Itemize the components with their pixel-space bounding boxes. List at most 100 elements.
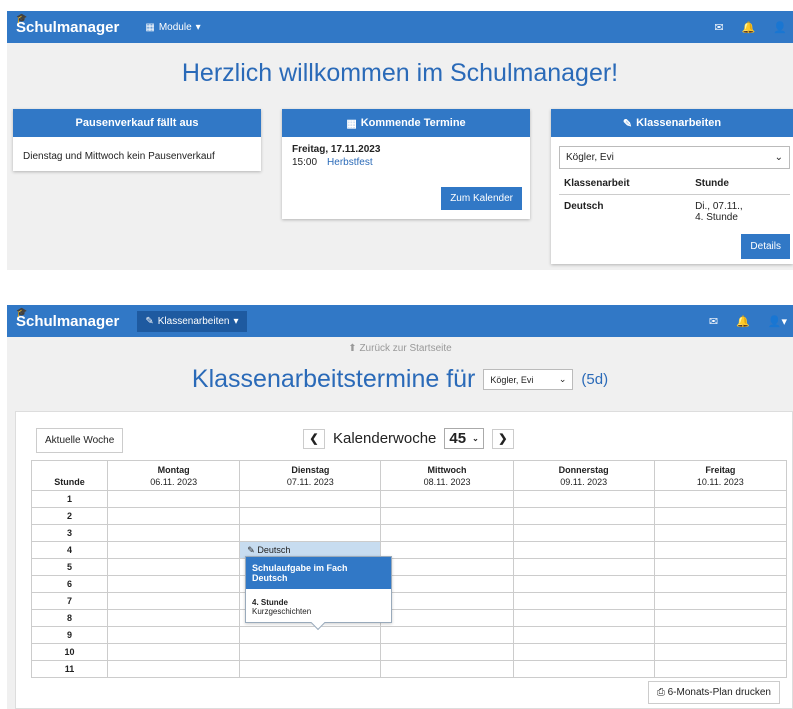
schedule-cell[interactable] — [512, 524, 655, 542]
schedule-cell[interactable] — [653, 558, 788, 576]
calendar-icon: ▦ — [346, 117, 357, 130]
schedule-cell[interactable] — [512, 626, 655, 644]
user-icon[interactable]: 👤▾ — [768, 315, 787, 328]
day-header: Montag 06.11. 2023 — [106, 460, 241, 491]
schedule-cell[interactable] — [653, 524, 788, 542]
schedule-cell[interactable] — [380, 626, 514, 644]
schedule-cell[interactable] — [239, 660, 382, 678]
schedule-cell[interactable] — [653, 541, 788, 559]
brand-logo[interactable]: 🎓 Schulmanager — [7, 307, 119, 330]
schedule-cell[interactable] — [512, 643, 655, 661]
hour-number: 10 — [31, 643, 108, 661]
details-button[interactable]: Details — [741, 234, 790, 259]
top-navbar-2: 🎓 Schulmanager ✎ Klassenarbeiten ▾ ✉ 🔔 👤▾ — [7, 305, 793, 337]
hour-row: 10 — [31, 643, 788, 661]
hour-row: 5 — [31, 558, 788, 576]
schedule-cell[interactable] — [653, 490, 788, 508]
welcome-heading: Herzlich willkommen im Schulmanager! — [181, 59, 619, 87]
schedule-cell[interactable] — [106, 660, 241, 678]
envelope-icon[interactable]: ✉ — [709, 315, 718, 328]
schedule-cell[interactable] — [380, 524, 514, 542]
edit-icon: ✎ — [622, 117, 633, 130]
caret-down-icon: ▾ — [233, 315, 239, 327]
envelope-icon[interactable]: ✉ — [714, 21, 723, 34]
schedule-cell[interactable] — [106, 609, 241, 627]
schedule-cell[interactable] — [512, 575, 655, 593]
schedule-cell[interactable] — [380, 592, 514, 610]
hour-row: 9 — [31, 626, 788, 644]
schedule-cell[interactable] — [512, 541, 655, 559]
next-week-button[interactable]: ❯ — [491, 428, 514, 449]
class-label: (5d) — [581, 371, 609, 388]
chevron-down-icon: ⌄ — [774, 152, 783, 163]
chevron-down-icon: ⌄ — [558, 374, 567, 384]
schedule-cell[interactable] — [106, 558, 241, 576]
pausenverkauf-card: Pausenverkauf fällt aus Dienstag und Mit… — [13, 109, 261, 171]
schedule-cell[interactable] — [653, 660, 788, 678]
schedule-cell[interactable] — [380, 541, 514, 559]
day-header: Mittwoch 08.11. 2023 — [380, 460, 514, 491]
schedule-cell[interactable] — [106, 490, 241, 508]
current-week-button[interactable]: Aktuelle Woche — [36, 428, 124, 453]
schedule-cell[interactable] — [380, 490, 514, 508]
schedule-cell[interactable] — [512, 609, 655, 627]
schedule-cell[interactable] — [239, 507, 382, 525]
schedule-cell[interactable] — [380, 643, 514, 661]
schedule-cell[interactable] — [380, 575, 514, 593]
schedule-cell[interactable] — [380, 558, 514, 576]
user-icon[interactable]: 👤 — [773, 21, 787, 34]
schedule-cell[interactable] — [239, 643, 382, 661]
week-select[interactable]: 45 ⌄ — [444, 428, 484, 449]
schedule-cell[interactable] — [106, 643, 241, 661]
schedule-cell[interactable] — [239, 626, 382, 644]
hour-row: 7 — [31, 592, 788, 610]
hour-row: 2 — [31, 507, 788, 525]
schedule-cell[interactable] — [239, 490, 382, 508]
schedule-cell[interactable] — [239, 524, 382, 542]
schedule-cell[interactable] — [106, 541, 241, 559]
bell-icon[interactable]: 🔔 — [736, 315, 750, 328]
schedule-cell[interactable] — [512, 660, 655, 678]
schedule-cell[interactable] — [380, 507, 514, 525]
schedule-cell[interactable] — [380, 660, 514, 678]
schedule-cell[interactable] — [512, 490, 655, 508]
hour-number: 7 — [31, 592, 108, 610]
hour-number: 4 — [31, 541, 108, 559]
schedule-cell[interactable] — [106, 507, 241, 525]
schedule-cell[interactable] — [512, 558, 655, 576]
tooltip-topic: Kurzgeschichten — [252, 607, 312, 616]
brand-logo[interactable]: 🎓 Schulmanager — [7, 13, 119, 36]
schedule-cell[interactable] — [653, 626, 788, 644]
schedule-cell[interactable] — [106, 626, 241, 644]
schedule-cell[interactable] — [653, 643, 788, 661]
schedule-cell[interactable] — [380, 609, 514, 627]
bell-icon[interactable]: 🔔 — [742, 21, 756, 34]
card-text: Dienstag und Mittwoch kein Pausenverkauf — [23, 151, 215, 162]
student-select[interactable]: Kögler, Evi ⌄ — [483, 369, 574, 390]
module-menu[interactable]: ✎ Klassenarbeiten ▾ — [137, 310, 247, 332]
schedule-cell[interactable] — [512, 507, 655, 525]
module-menu[interactable]: ▦ Module ▾ — [137, 17, 208, 38]
student-select[interactable]: Kögler, Evi ⌄ — [559, 146, 790, 169]
schedule-cell[interactable] — [653, 507, 788, 525]
schedule-cell[interactable] — [106, 524, 241, 542]
prev-week-button[interactable]: ❮ — [303, 428, 325, 449]
schedule-cell[interactable] — [106, 592, 241, 610]
day-header: Donnerstag 09.11. 2023 — [512, 460, 655, 491]
schedule-cell[interactable] — [653, 609, 788, 627]
schedule-cell[interactable] — [512, 592, 655, 610]
back-link[interactable]: ⬆ Zurück zur Startseite — [7, 343, 793, 354]
hour-number: 6 — [31, 575, 108, 593]
calendar-button[interactable]: Zum Kalender — [441, 187, 522, 210]
exam-tooltip: Schulaufgabe im Fach Deutsch 4. Stunde Ku… — [245, 556, 392, 631]
tooltip-hour: 4. Stunde — [252, 598, 289, 607]
caret-down-icon: ▾ — [195, 21, 201, 33]
schedule-cell[interactable] — [653, 592, 788, 610]
tooltip-title: Schulaufgabe im Fach Deutsch — [246, 557, 391, 589]
day-header: Freitag 10.11. 2023 — [653, 460, 788, 491]
print-plan-button[interactable]: ⎙ 6-Monats-Plan drucken — [647, 681, 780, 704]
schedule-cell[interactable] — [106, 575, 241, 593]
schedule-cell[interactable] — [653, 575, 788, 593]
termine-card: ▦ Kommende Termine Freitag, 17.11.2023 15… — [282, 109, 530, 219]
termin-link[interactable]: Herbstfest — [327, 157, 373, 168]
